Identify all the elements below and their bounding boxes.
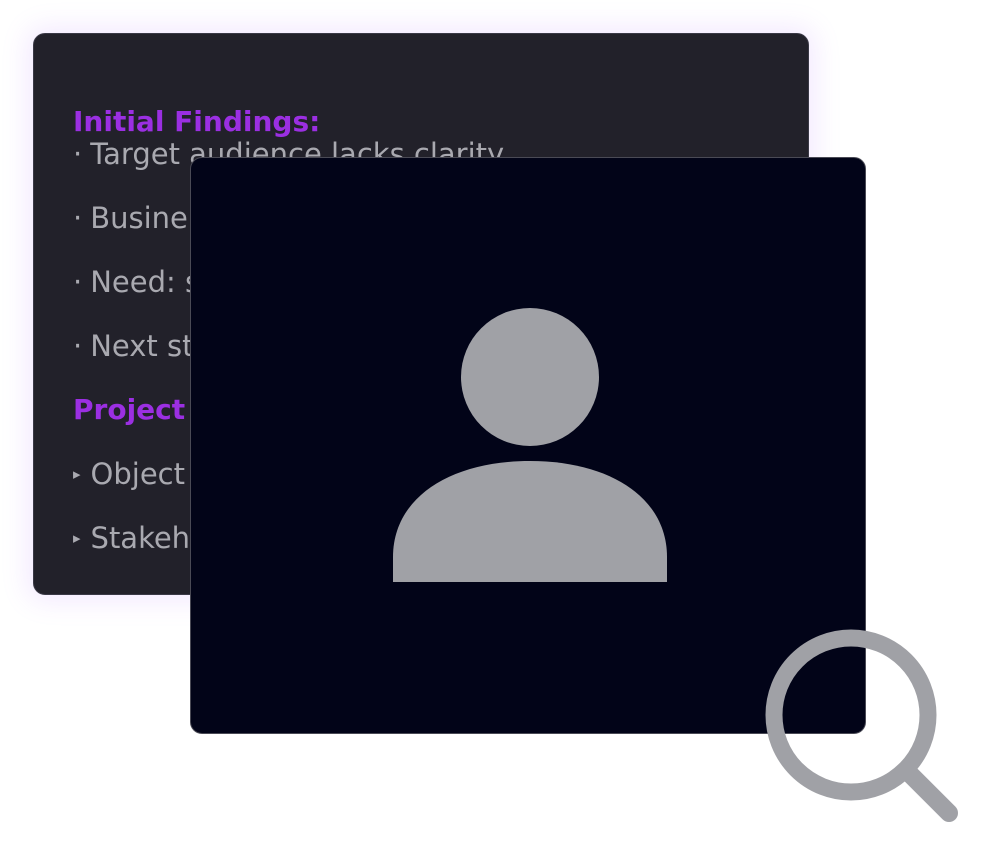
- notes-subitem-text: Object: [90, 457, 185, 491]
- bullet-dot: ·: [73, 201, 83, 235]
- bullet-dot: ·: [73, 329, 83, 363]
- notes-subitem: ▸ Object: [73, 454, 185, 494]
- bullet-triangle: ▸: [73, 465, 81, 483]
- notes-item-text: Next st: [90, 329, 194, 363]
- notes-subitem: ▸ Stakeh: [73, 518, 190, 558]
- notes-item: · Need: s: [73, 262, 200, 302]
- notes-item: · Busine: [73, 198, 188, 238]
- user-avatar-icon: [393, 308, 667, 582]
- bullet-dot: ·: [73, 137, 83, 171]
- search-icon[interactable]: [760, 625, 970, 835]
- notes-item: · Next st: [73, 326, 193, 366]
- notes-subitem-text: Stakeh: [90, 521, 191, 555]
- notes-item-text: Busine: [90, 201, 188, 235]
- bullet-dot: ·: [73, 265, 83, 299]
- notes-item-text: Need: s: [90, 265, 201, 299]
- canvas: Initial Findings: · Target audience lacks…: [0, 0, 986, 850]
- bullet-triangle: ▸: [73, 529, 81, 547]
- project-heading: Project: [73, 393, 186, 426]
